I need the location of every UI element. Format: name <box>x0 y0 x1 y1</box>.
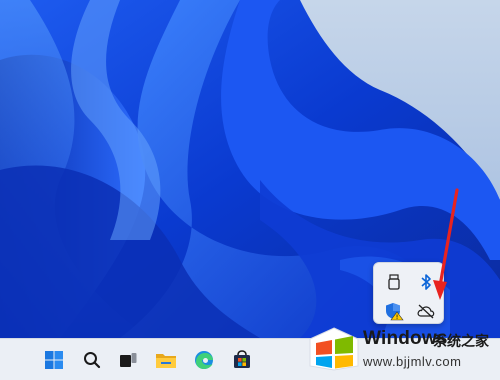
search-icon[interactable] <box>78 346 106 374</box>
cloud-offline-icon[interactable] <box>416 301 436 321</box>
task-view-icon[interactable] <box>114 346 142 374</box>
watermark-url: www.bjjmlv.com <box>363 354 462 369</box>
windows-logo-icon <box>308 326 360 376</box>
windows-start-icon[interactable] <box>40 346 68 374</box>
file-explorer-icon[interactable] <box>152 346 180 374</box>
bluetooth-icon[interactable] <box>416 272 436 292</box>
edge-icon[interactable] <box>190 346 218 374</box>
usb-drive-icon[interactable] <box>384 272 404 292</box>
windows-security-warning-icon[interactable] <box>384 301 404 321</box>
tray-overflow-flyout <box>373 262 444 324</box>
watermark: Windows 系统之家 www.bjjmlv.com <box>300 322 500 380</box>
watermark-title: 系统之家 <box>433 334 489 350</box>
microsoft-store-icon[interactable] <box>228 346 256 374</box>
